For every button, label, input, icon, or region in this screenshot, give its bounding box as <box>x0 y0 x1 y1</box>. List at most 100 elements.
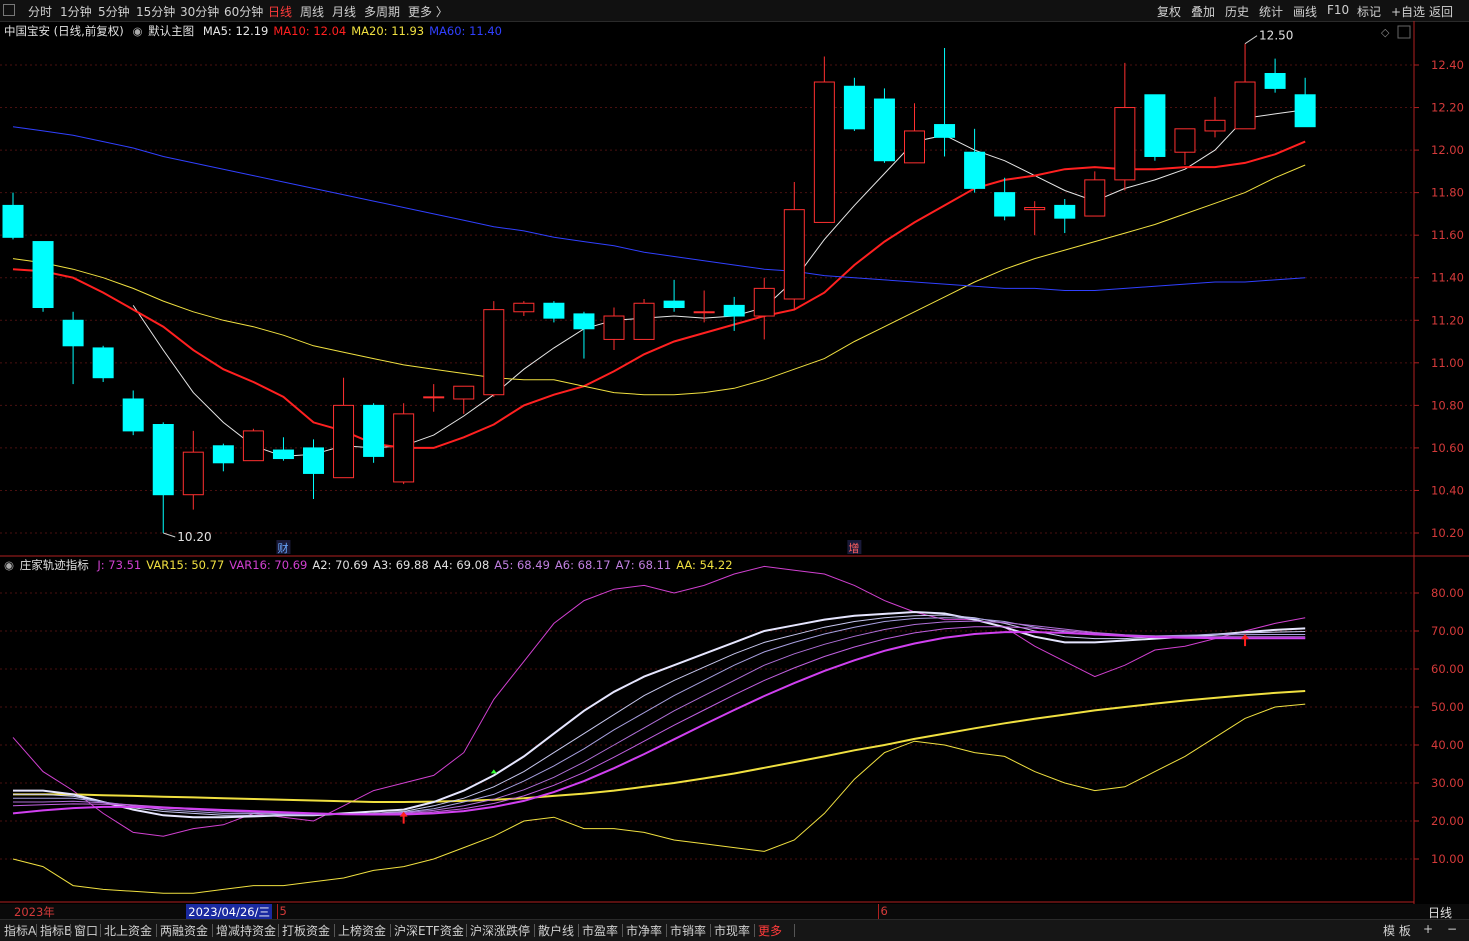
candle-body-15 <box>453 385 475 400</box>
date-axis-bar: 2023年 2023/04/26/三 5 6 日线 <box>0 904 1469 920</box>
period-tab-0[interactable]: 分时 <box>28 3 52 20</box>
extreme-label-0: 10.20 <box>177 530 211 544</box>
period-tab-5[interactable]: 60分钟 <box>224 3 263 20</box>
date-tick-3 <box>878 904 880 919</box>
price-tick-label-0: 12.40 <box>1431 58 1464 72</box>
period-tab-3[interactable]: 15分钟 <box>136 3 175 20</box>
price-tick-label-5: 11.40 <box>1431 271 1464 285</box>
ma-line-ma10 <box>12 140 1306 449</box>
candle-body-2 <box>62 319 84 347</box>
candle-body-6 <box>182 451 204 496</box>
tab-separator <box>794 924 795 937</box>
zoom-in-button[interactable]: + <box>1423 922 1433 936</box>
indicator-tick-label-4: 40.00 <box>1431 738 1464 752</box>
candle-body-22 <box>663 300 685 309</box>
indicator-tab-10[interactable]: 散户线 <box>538 922 574 939</box>
indicator-tab-14[interactable]: 市现率 <box>714 922 750 939</box>
tool-button-0[interactable]: 复权 <box>1157 3 1181 20</box>
extreme-label-1: 12.50 <box>1259 29 1293 43</box>
indicator-tab-15[interactable]: 更多 <box>758 922 782 939</box>
window-icon[interactable] <box>3 4 15 16</box>
period-tab-1[interactable]: 1分钟 <box>60 3 92 20</box>
tool-button-7[interactable]: +自选 <box>1391 3 1425 20</box>
tool-button-8[interactable]: 返回 <box>1429 3 1453 20</box>
indicator-tab-3[interactable]: 北上资金 <box>104 922 152 939</box>
extreme-pointer-0 <box>163 532 176 538</box>
tab-separator <box>212 924 213 937</box>
indicator-tab-1[interactable]: 指标B <box>40 922 72 939</box>
candle-body-36 <box>1084 179 1106 217</box>
period-tab-9[interactable]: 多周期 <box>364 3 400 20</box>
cursor-date-label: 2023/04/26/三 <box>186 904 272 920</box>
period-tab-8[interactable]: 月线 <box>332 3 356 20</box>
tab-separator <box>578 924 579 937</box>
tab-separator <box>622 924 623 937</box>
period-tab-4[interactable]: 30分钟 <box>180 3 219 20</box>
price-tick-label-7: 11.00 <box>1431 356 1464 370</box>
date-label-2: 5 <box>279 904 287 918</box>
candle-body-1 <box>32 241 54 309</box>
price-tick-label-4: 11.60 <box>1431 228 1464 242</box>
tab-separator <box>390 924 391 937</box>
tool-button-1[interactable]: 叠加 <box>1191 3 1215 20</box>
candle-body-25 <box>753 287 775 317</box>
tab-separator <box>466 924 467 937</box>
period-tab-7[interactable]: 周线 <box>300 3 324 20</box>
indicator-tab-8[interactable]: 沪深ETF资金 <box>394 922 464 939</box>
tab-separator <box>666 924 667 937</box>
template-button[interactable]: 模 板 <box>1383 922 1411 939</box>
indicator-tab-11[interactable]: 市盈率 <box>582 922 618 939</box>
tool-button-6[interactable]: 标记 <box>1357 3 1381 20</box>
candle-body-8 <box>242 430 264 462</box>
candle-body-23 <box>693 311 715 314</box>
ma-line-ma20 <box>12 164 1306 396</box>
period-tab-10[interactable]: 更多 〉 <box>408 3 448 20</box>
indicator-tab-0[interactable]: 指标A <box>4 922 36 939</box>
period-tab-2[interactable]: 5分钟 <box>98 3 130 20</box>
tab-separator <box>754 924 755 937</box>
candle-body-4 <box>122 398 144 432</box>
indicator-tick-label-5: 30.00 <box>1431 776 1464 790</box>
candle-body-31 <box>934 124 956 138</box>
indicator-tab-7[interactable]: 上榜资金 <box>338 922 386 939</box>
price-tick-label-6: 11.20 <box>1431 313 1464 327</box>
indicator-tick-label-0: 80.00 <box>1431 586 1464 600</box>
tab-separator <box>710 924 711 937</box>
period-tab-6[interactable]: 日线 <box>268 3 292 20</box>
tool-button-4[interactable]: 画线 <box>1293 3 1317 20</box>
indicator-tab-13[interactable]: 市销率 <box>670 922 706 939</box>
candle-body-3 <box>92 347 114 379</box>
indicator-tab-6[interactable]: 打板资金 <box>282 922 330 939</box>
indicator-tab-4[interactable]: 两融资金 <box>160 922 208 939</box>
tool-button-2[interactable]: 历史 <box>1225 3 1249 20</box>
tab-separator <box>70 924 71 937</box>
candle-body-37 <box>1114 107 1136 181</box>
candle-body-9 <box>272 449 294 460</box>
extreme-pointer-1 <box>1244 35 1258 45</box>
candle-body-16 <box>483 309 505 396</box>
price-tick-label-2: 12.00 <box>1431 143 1464 157</box>
candle-body-40 <box>1204 119 1226 132</box>
indicator-tab-5[interactable]: 增减持资金 <box>216 922 276 939</box>
signal-marker-1 <box>490 769 497 774</box>
panel-maximize-icon <box>1397 25 1411 39</box>
candle-body-38 <box>1144 94 1166 157</box>
zoom-out-button[interactable]: − <box>1447 922 1457 936</box>
candle-body-43 <box>1294 94 1316 128</box>
candle-body-27 <box>813 81 835 223</box>
indicator-tab-2[interactable]: 窗口 <box>74 922 98 939</box>
candle-body-18 <box>543 302 565 319</box>
indicator-tick-label-1: 70.00 <box>1431 624 1464 638</box>
kline-chart[interactable]: ◇ 12.40 12.20 12.00 11.80 11.60 11.40 11.20 11.0… <box>0 21 1469 904</box>
tool-button-5[interactable]: F10 <box>1327 3 1349 17</box>
indicator-tab-12[interactable]: 市净率 <box>626 922 662 939</box>
period-toolbar: 分时 1分钟 5分钟 15分钟 30分钟 60分钟 日线 周线 月线 多周期 更多 〉 复权 叠加 历史… <box>0 0 1469 22</box>
indicator-tab-9[interactable]: 沪深涨跌停 <box>470 922 530 939</box>
candle-body-35 <box>1054 204 1076 219</box>
candle-body-10 <box>303 447 324 474</box>
candle-body-28 <box>843 85 865 130</box>
price-tick-label-1: 12.20 <box>1431 101 1464 115</box>
date-tick-2 <box>277 904 279 919</box>
tool-button-3[interactable]: 统计 <box>1259 3 1283 20</box>
price-tick-label-10: 10.40 <box>1431 483 1464 497</box>
